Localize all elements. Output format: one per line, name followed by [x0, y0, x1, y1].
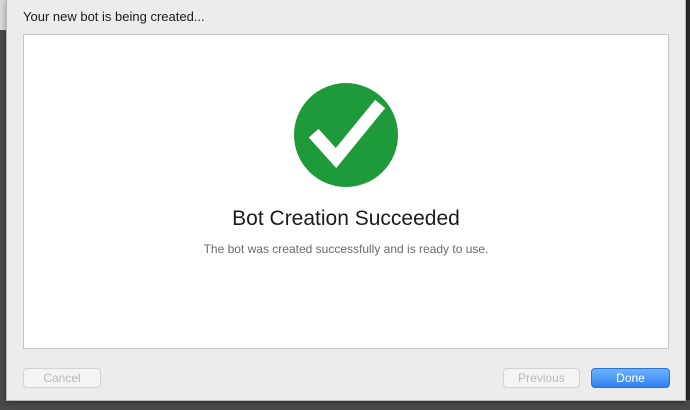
checkmark-circle-icon: [294, 83, 398, 187]
content-panel: Bot Creation Succeeded The bot was creat…: [23, 34, 669, 349]
status-message: The bot was created successfully and is …: [203, 242, 489, 256]
bot-creation-sheet: Your new bot is being created... Bot Cre…: [6, 0, 686, 401]
previous-button[interactable]: Previous: [503, 368, 580, 388]
status-headline: Bot Creation Succeeded: [232, 207, 460, 230]
sheet-title: Your new bot is being created...: [23, 9, 205, 24]
background-window-edge-right: [686, 0, 690, 410]
background-window: [0, 400, 690, 410]
done-button[interactable]: Done: [591, 368, 670, 388]
cancel-button[interactable]: Cancel: [23, 368, 101, 388]
